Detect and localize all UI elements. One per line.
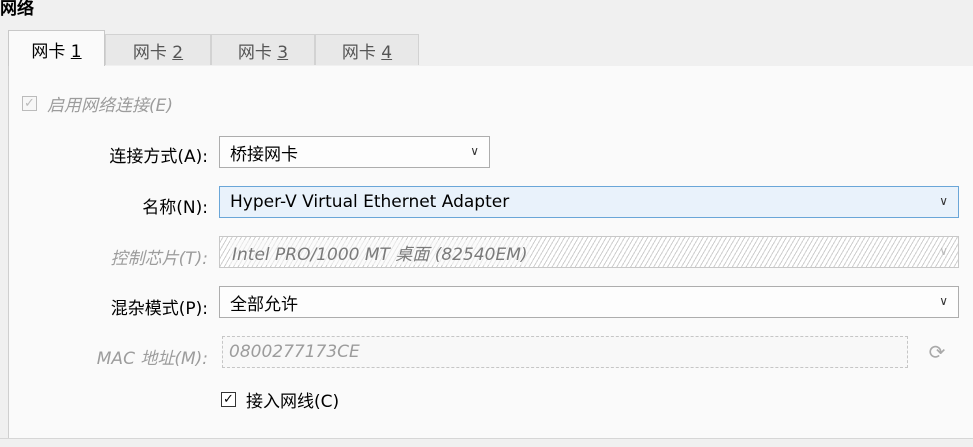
tab-label: 网卡 3: [237, 42, 289, 63]
attached-to-label: 连接方式(A):: [109, 147, 208, 167]
name-label: 名称(N):: [142, 198, 208, 218]
tab-adapter-1[interactable]: 网卡 1: [8, 30, 105, 67]
chevron-down-icon: ∨: [939, 244, 948, 258]
attached-to-value: 桥接网卡: [230, 144, 298, 165]
tab-adapter-3[interactable]: 网卡 3: [211, 34, 315, 65]
chevron-down-icon: ∨: [939, 194, 948, 208]
cable-connected-checkbox[interactable]: ✓: [221, 391, 236, 407]
enable-network-row[interactable]: ✓ 启用网络连接(E): [22, 92, 174, 116]
name-value: Hyper-V Virtual Ethernet Adapter: [230, 192, 510, 212]
tab-label: 网卡 4: [341, 42, 393, 63]
tab-adapter-2[interactable]: 网卡 2: [105, 34, 211, 65]
chevron-down-icon: ∨: [939, 294, 948, 308]
name-select[interactable]: Hyper-V Virtual Ethernet Adapter ∨: [219, 186, 959, 218]
adapter-type-select: Intel PRO/1000 MT 桌面 (82540EM) ∨: [219, 236, 959, 268]
tab-adapter-4[interactable]: 网卡 4: [315, 34, 419, 65]
checkmark-icon: ✓: [223, 391, 234, 407]
tab-label: 网卡 1: [31, 41, 82, 62]
promiscuous-value: 全部允许: [230, 294, 298, 315]
mac-address-value: 0800277173CE: [229, 342, 360, 362]
adapter-tabstrip: 网卡 1 网卡 2 网卡 3 网卡 4: [8, 30, 973, 67]
adapter-type-value: Intel PRO/1000 MT 桌面 (82540EM): [230, 239, 530, 265]
cable-connected-row[interactable]: ✓ 接入网线(C): [221, 388, 340, 412]
promiscuous-select[interactable]: 全部允许 ∨: [219, 286, 959, 318]
chevron-down-icon: ∨: [470, 144, 479, 158]
mac-address-field: 0800277173CE: [222, 336, 908, 368]
checkmark-icon: ✓: [24, 95, 35, 111]
attached-to-select[interactable]: 桥接网卡 ∨: [219, 136, 490, 168]
promiscuous-label: 混杂模式(P):: [110, 299, 208, 319]
adapter-type-label: 控制芯片(T):: [110, 249, 208, 269]
tab-label: 网卡 2: [132, 42, 184, 63]
mac-label: MAC 地址(M):: [96, 349, 208, 369]
section-title: 网络: [0, 0, 34, 19]
cable-connected-label: 接入网线(C): [246, 391, 340, 412]
refresh-icon: ⟳: [928, 340, 946, 364]
enable-network-label: 启用网络连接(E): [47, 95, 174, 116]
enable-network-checkbox[interactable]: ✓: [22, 95, 37, 111]
